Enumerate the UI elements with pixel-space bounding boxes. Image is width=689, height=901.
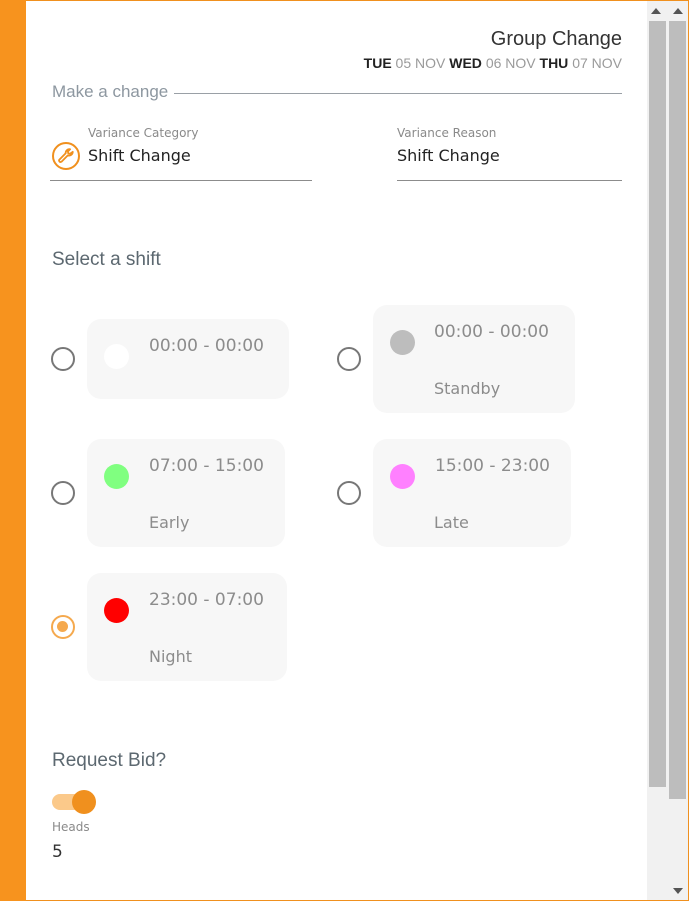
scrollbar-thumb[interactable] (669, 21, 686, 799)
variance-category-field[interactable]: Variance Category Shift Change (88, 126, 312, 181)
heads-input[interactable]: 5 (52, 842, 63, 862)
shift-name: Night (149, 647, 192, 666)
variance-reason-label: Variance Reason (397, 126, 497, 140)
date-dow: WED (449, 55, 482, 71)
shift-name: Standby (434, 379, 501, 398)
shift-time: 07:00 - 15:00 (149, 456, 264, 476)
shift-color-dot (390, 464, 415, 489)
shift-card[interactable]: 07:00 - 15:00 Early (87, 439, 285, 547)
shift-radio[interactable] (51, 347, 75, 371)
date-value: 07 NOV (572, 55, 622, 71)
shift-time: 00:00 - 00:00 (149, 336, 264, 356)
shift-color-dot (104, 464, 129, 489)
date-value: 06 NOV (485, 55, 536, 71)
shift-radio[interactable] (337, 347, 361, 371)
shift-time: 23:00 - 07:00 (149, 590, 264, 610)
request-bid-toggle[interactable] (52, 790, 98, 814)
shift-name: Early (149, 513, 190, 532)
make-change-label: Make a change (52, 82, 175, 102)
shift-radio[interactable] (51, 481, 75, 505)
variance-category-value: Shift Change (88, 146, 191, 165)
date-value: 05 NOV (395, 55, 446, 71)
shift-time: 00:00 - 00:00 (434, 322, 549, 342)
scroll-up-arrow-icon[interactable] (651, 8, 661, 14)
scrollbar[interactable] (647, 1, 688, 900)
accent-bar (0, 0, 26, 901)
variance-category-label: Variance Category (88, 126, 199, 140)
shift-name: Late (434, 513, 469, 532)
scroll-up-arrow-icon[interactable] (673, 8, 683, 14)
shift-color-dot (104, 344, 129, 369)
scroll-down-arrow-icon[interactable] (673, 888, 683, 894)
wrench-icon (52, 142, 80, 170)
date-range: TUE 05 NOV WED 06 NOV THU 07 NOV (364, 55, 622, 71)
variance-reason-underline (397, 180, 622, 181)
shift-time: 15:00 - 23:00 (435, 456, 550, 476)
date-dow: TUE (363, 55, 392, 71)
scrollbar-thumb[interactable] (649, 21, 666, 787)
make-change-divider: Make a change (52, 82, 622, 104)
heads-label: Heads (52, 820, 90, 834)
variance-reason-value: Shift Change (397, 146, 500, 165)
request-bid-heading: Request Bid? (52, 750, 167, 771)
variance-reason-field[interactable]: Variance Reason Shift Change (397, 126, 622, 181)
select-shift-heading: Select a shift (52, 249, 161, 270)
shift-card[interactable]: 23:00 - 07:00 Night (87, 573, 287, 681)
toggle-knob (72, 790, 96, 814)
date-dow: THU (539, 55, 569, 71)
shift-radio-selected[interactable] (51, 615, 75, 639)
shift-radio[interactable] (337, 481, 361, 505)
variance-category-underline (50, 180, 312, 181)
page-title: Group Change (490, 28, 622, 50)
shift-card[interactable]: 00:00 - 00:00 Standby (373, 305, 575, 413)
shift-card[interactable]: 15:00 - 23:00 Late (373, 439, 571, 547)
shift-color-dot (390, 330, 415, 355)
shift-card[interactable]: 00:00 - 00:00 (87, 319, 289, 399)
shift-color-dot (104, 598, 129, 623)
